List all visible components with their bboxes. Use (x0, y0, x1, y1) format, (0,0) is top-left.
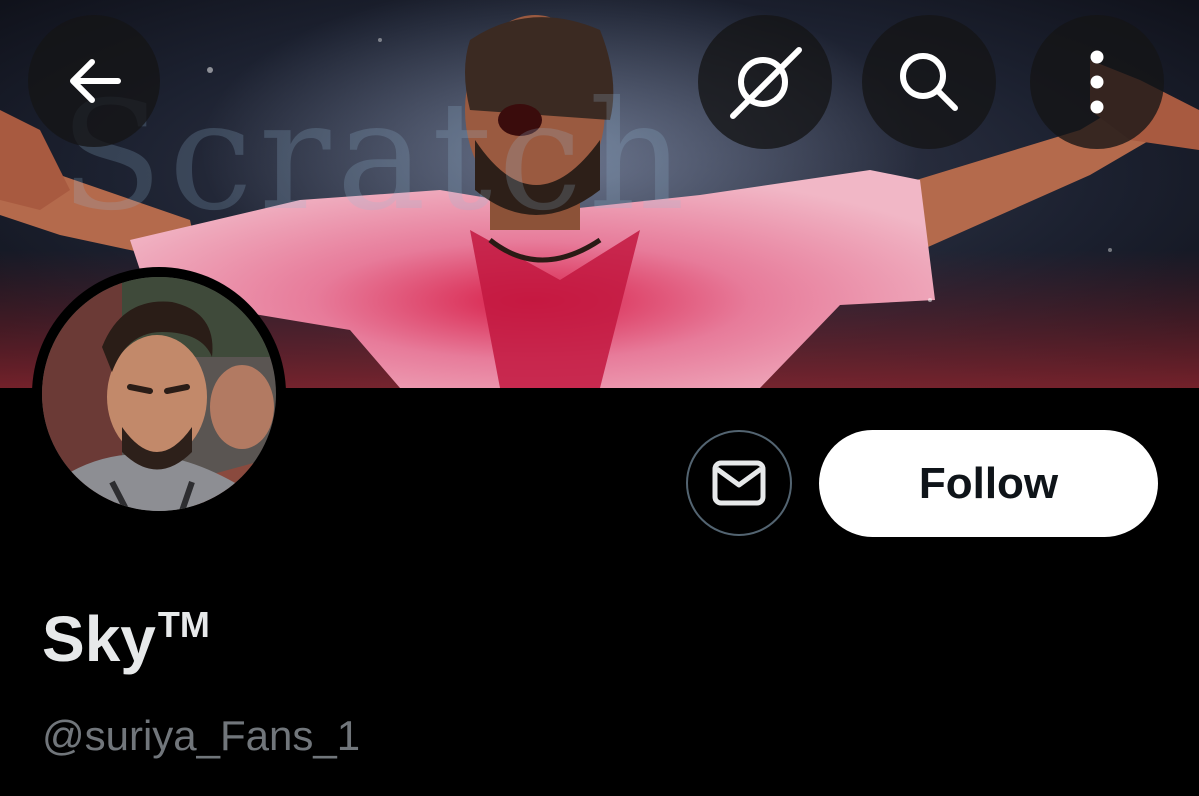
profile-screen: Scratch Follow SkyTM @suriya_Fans_1 (0, 0, 1199, 796)
search-icon (900, 53, 958, 111)
message-button[interactable] (686, 430, 792, 536)
grok-icon (730, 47, 802, 119)
search-button[interactable] (862, 15, 996, 149)
display-name: SkyTM (42, 585, 210, 679)
avatar-image (42, 277, 276, 511)
user-handle: @suriya_Fans_1 (42, 712, 361, 759)
back-button[interactable] (28, 15, 160, 147)
more-button[interactable] (1030, 15, 1164, 149)
display-name-text: Sky (42, 603, 156, 675)
follow-button[interactable]: Follow (819, 430, 1158, 537)
trademark-suffix: TM (157, 604, 210, 645)
arrow-left-icon (70, 59, 121, 103)
envelope-icon (712, 460, 766, 506)
more-vertical-icon (1090, 50, 1104, 114)
avatar[interactable] (32, 267, 286, 521)
grok-button[interactable] (698, 15, 832, 149)
